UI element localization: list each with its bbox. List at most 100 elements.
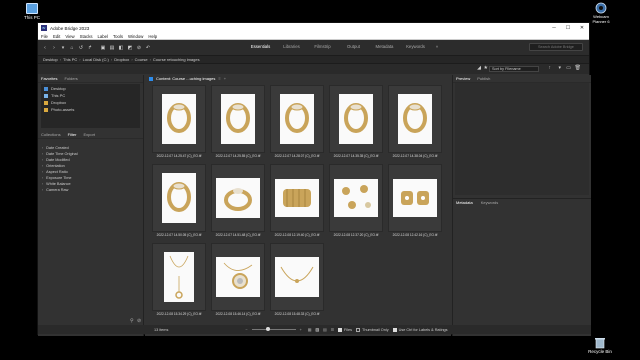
tab-metadata-panel[interactable]: Metadata [456, 200, 473, 205]
thumbnail-image[interactable] [211, 164, 265, 232]
thumbnail-item[interactable]: 2022-12-08 15.48.33 (C)_EO.tif [270, 243, 324, 319]
camera-download-icon[interactable]: ▣ [100, 45, 106, 51]
refine-icon[interactable]: ▤ [109, 45, 115, 51]
menu-label[interactable]: Label [98, 34, 109, 39]
tab-keywords-panel[interactable]: Keywords [481, 200, 499, 205]
quality-icon[interactable]: ◢ [477, 65, 481, 71]
thumbnail-item[interactable]: 2022-12-08 12.19.40 (C)_EO.tif [270, 164, 324, 240]
clear-filter-icon[interactable]: ⊘ [137, 318, 141, 324]
tab-preview[interactable]: Preview [456, 76, 470, 81]
tab-keywords[interactable]: Keywords [400, 44, 431, 49]
minimize-button[interactable]: ─ [547, 23, 561, 33]
favorite-desktop[interactable]: Desktop [41, 85, 140, 92]
thumbnail-image[interactable] [211, 243, 265, 311]
menu-help[interactable]: Help [148, 34, 157, 39]
menu-tools[interactable]: Tools [113, 34, 123, 39]
list-view-icon[interactable]: ☰ [331, 327, 334, 332]
favorite-this-pc[interactable]: This PC [41, 92, 140, 99]
tab-menu-icon[interactable]: ≡ [218, 76, 220, 81]
delete-icon[interactable]: 🗑 [575, 65, 581, 71]
thumbnail-image[interactable] [270, 85, 324, 153]
thumbnail-image[interactable] [329, 85, 383, 153]
breadcrumb-desktop[interactable]: Desktop [43, 57, 58, 62]
close-button[interactable]: ✕ [575, 23, 589, 33]
create-icon[interactable]: ◩ [127, 45, 133, 51]
thumbnail-item[interactable]: 2022-12-07 14.35.35 (C)_EO.tif [329, 85, 383, 161]
thumbnail-item[interactable]: 2022-12-08 15.46.14 (C)_EO.tif [211, 243, 265, 319]
tab-folders[interactable]: Folders [64, 76, 77, 81]
favorite-dropbox[interactable]: Dropbox [41, 99, 140, 106]
tab-output[interactable]: Output [338, 44, 369, 49]
thumbnail-only-checkbox[interactable]: Thumbnail Only [356, 327, 389, 332]
filter-camera-raw[interactable]: › Camera Raw [38, 187, 143, 193]
breadcrumb-this-pc[interactable]: This PC [63, 57, 77, 62]
menu-file[interactable]: File [41, 34, 48, 39]
breadcrumb-local-disk[interactable]: Local Disk (C:) [83, 57, 109, 62]
menu-edit[interactable]: Edit [53, 34, 60, 39]
thumbnail-item[interactable]: 2022-12-07 14.50.05 (C)_EO.tif [152, 164, 206, 240]
home-icon[interactable]: ⌂ [69, 45, 75, 51]
thumbnail-item[interactable]: 2022-12-07 14.25.47 (C)_EO.tif [152, 85, 206, 161]
thumbnail-item[interactable]: 2022-12-08 12.37.20 (C)_EO.tif [329, 164, 383, 240]
tab-essentials[interactable]: Essentials [245, 44, 276, 49]
tab-favorites[interactable]: Favorites [41, 76, 57, 81]
this-pc-desktop-icon[interactable]: This PC [12, 3, 52, 20]
thumbnail-item[interactable]: 2022-12-07 14.51.48 (C)_EO.tif [211, 164, 265, 240]
tab-libraries[interactable]: Libraries [276, 44, 307, 49]
menu-view[interactable]: View [65, 34, 74, 39]
thumbnail-image[interactable] [388, 85, 442, 153]
thumbnail-image[interactable] [211, 85, 265, 153]
thumbnail-image[interactable] [152, 85, 206, 153]
back-icon[interactable]: ‹ [42, 45, 48, 51]
reject-icon[interactable]: ⊘ [136, 45, 142, 51]
thumbnail-image[interactable] [329, 164, 383, 232]
search-input[interactable]: Search Adobe Bridge [529, 43, 583, 51]
thumbnail-image[interactable] [270, 243, 324, 311]
tab-metadata[interactable]: Metadata [369, 44, 400, 49]
grid-lock-icon[interactable]: ▦ [308, 327, 312, 332]
zoom-in-icon[interactable]: + [300, 328, 302, 332]
thumbnail-size-slider[interactable] [251, 327, 296, 331]
recycle-bin-desktop-icon[interactable]: Recycle Bin [585, 337, 615, 354]
content-tab[interactable]: Content: Course ...uching images ≡ + [145, 75, 451, 82]
new-folder-icon[interactable]: ▭ [566, 65, 571, 71]
boomerang-icon[interactable]: ↱ [87, 45, 93, 51]
rotate-left-icon[interactable]: ↶ [145, 45, 151, 51]
menu-stacks[interactable]: Stacks [80, 34, 93, 39]
recent-folder-icon[interactable]: ▾ [60, 45, 66, 51]
thumbnail-image[interactable] [152, 164, 206, 232]
sort-dropdown[interactable]: Sort by Filename [489, 66, 539, 72]
forward-icon[interactable]: › [51, 45, 57, 51]
thumbnail-image[interactable] [152, 243, 206, 311]
zoom-out-icon[interactable]: − [245, 328, 247, 332]
rotate-icon[interactable]: ↺ [78, 45, 84, 51]
thumbnail-image[interactable] [270, 164, 324, 232]
thumbnail-image[interactable] [388, 164, 442, 232]
thumbnail-view-icon[interactable]: ▥ [315, 327, 319, 332]
tab-filter[interactable]: Filter [68, 132, 77, 137]
webcam-desktop-icon[interactable]: Webcam Planner 6 [588, 2, 614, 24]
sort-direction-icon[interactable]: ↑ [549, 65, 552, 71]
label-filter-icon[interactable]: ★ [484, 65, 488, 71]
tab-collections[interactable]: Collections [41, 132, 61, 137]
tab-export[interactable]: Export [83, 132, 95, 137]
details-view-icon[interactable]: ▤ [323, 327, 327, 332]
open-recent-icon[interactable]: ◧ [118, 45, 124, 51]
slider-handle[interactable] [265, 327, 270, 331]
breadcrumb-course[interactable]: Course [135, 57, 148, 62]
thumbnail-item[interactable]: 2022-12-08 15.34.29 (C)_EO.tif [152, 243, 206, 319]
files-checkbox[interactable]: Files [337, 327, 352, 332]
add-tab-icon[interactable]: + [224, 76, 226, 81]
menu-window[interactable]: Window [128, 34, 143, 39]
maximize-button[interactable]: ☐ [561, 23, 575, 33]
favorite-photo-assets[interactable]: Photo-assets [41, 106, 140, 113]
breadcrumb-current-folder[interactable]: Course retouching images [153, 57, 200, 62]
thumbnail-item[interactable]: 2022-12-07 14.38.04 (C)_EO.tif [388, 85, 442, 161]
thumbnail-item[interactable]: 2022-12-07 14.28.07 (C)_EO.tif [270, 85, 324, 161]
thumbnail-item[interactable]: 2022-12-07 14.25.55 (C)_EO.tif [211, 85, 265, 161]
tab-filmstrip[interactable]: Filmstrip [307, 44, 338, 49]
recent-files-icon[interactable]: ▾ [558, 65, 561, 71]
breadcrumb-dropbox[interactable]: Dropbox [114, 57, 129, 62]
thumbnail-item[interactable]: 2022-12-08 12.42.16 (C)_EO.tif [388, 164, 442, 240]
ctrl-labels-checkbox[interactable]: Use Ctrl for Labels & Ratings [392, 327, 448, 332]
